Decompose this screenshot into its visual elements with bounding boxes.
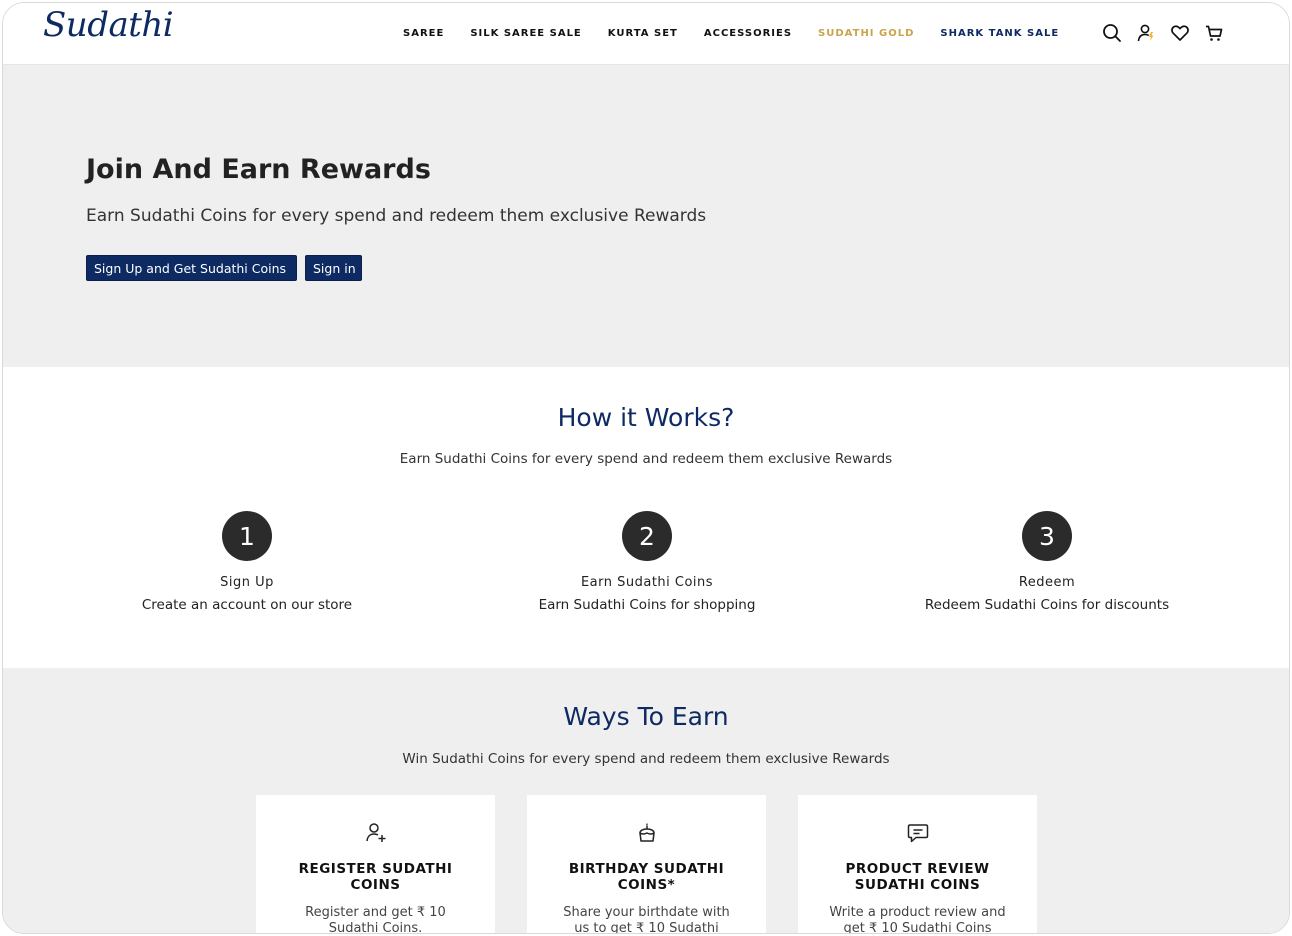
signup-button[interactable]: Sign Up and Get Sudathi Coins bbox=[86, 255, 297, 281]
card-desc: Register and get ₹ 10 Sudathi Coins. bbox=[305, 905, 446, 934]
hero-section: Join And Earn Rewards Earn Sudathi Coins… bbox=[3, 65, 1289, 367]
step-desc: Earn Sudathi Coins for shopping bbox=[538, 597, 756, 613]
hero-subtitle: Earn Sudathi Coins for every spend and r… bbox=[86, 206, 707, 226]
card-title: PRODUCT REVIEW SUDATHI COINS bbox=[845, 861, 990, 893]
cart-icon[interactable] bbox=[1203, 22, 1225, 44]
main-nav: SAREE SILK SAREE SALE KURTA SET ACCESSOR… bbox=[403, 28, 1085, 39]
nav-item-accessories[interactable]: ACCESSORIES bbox=[704, 28, 792, 39]
how-it-works-section: How it Works? Earn Sudathi Coins for eve… bbox=[3, 367, 1289, 668]
step-number: 3 bbox=[1022, 511, 1072, 561]
earn-card-review[interactable]: PRODUCT REVIEW SUDATHI COINS Write a pro… bbox=[798, 795, 1037, 934]
wishlist-icon[interactable] bbox=[1169, 22, 1191, 44]
header-icons bbox=[1101, 22, 1237, 44]
user-plus-icon bbox=[364, 821, 388, 845]
signin-button[interactable]: Sign in bbox=[305, 255, 362, 281]
nav-item-kurta-set[interactable]: KURTA SET bbox=[608, 28, 678, 39]
step-desc: Create an account on our store bbox=[141, 597, 353, 613]
search-icon[interactable] bbox=[1101, 22, 1123, 44]
page-frame: Sudathi SAREE SILK SAREE SALE KURTA SET … bbox=[2, 2, 1290, 934]
card-desc: Share your birthdate with us to get ₹ 10… bbox=[563, 905, 730, 934]
ways-subtitle: Win Sudathi Coins for every spend and re… bbox=[402, 751, 890, 767]
nav-item-saree[interactable]: SAREE bbox=[403, 28, 444, 39]
hero-title: Join And Earn Rewards bbox=[86, 154, 431, 185]
step-number: 2 bbox=[622, 511, 672, 561]
how-subtitle: Earn Sudathi Coins for every spend and r… bbox=[399, 451, 893, 467]
step-title: Sign Up bbox=[220, 575, 274, 590]
chat-icon bbox=[906, 821, 930, 845]
step-title: Earn Sudathi Coins bbox=[580, 575, 714, 590]
step-title: Redeem bbox=[1018, 575, 1076, 590]
earn-card-birthday[interactable]: BIRTHDAY SUDATHI COINS* Share your birth… bbox=[527, 795, 766, 934]
how-title: How it Works? bbox=[557, 403, 735, 432]
step-item: 3 Redeem Redeem Sudathi Coins for discou… bbox=[867, 511, 1227, 613]
step-desc: Redeem Sudathi Coins for discounts bbox=[924, 597, 1170, 613]
ways-to-earn-section: Ways To Earn Win Sudathi Coins for every… bbox=[3, 668, 1289, 934]
cake-icon bbox=[635, 821, 659, 845]
account-icon[interactable] bbox=[1135, 22, 1157, 44]
step-number: 1 bbox=[222, 511, 272, 561]
nav-item-sudathi-gold[interactable]: SUDATHI GOLD bbox=[818, 28, 914, 39]
earn-card-register[interactable]: REGISTER SUDATHI COINS Register and get … bbox=[256, 795, 495, 934]
site-header: Sudathi SAREE SILK SAREE SALE KURTA SET … bbox=[3, 3, 1289, 65]
step-item: 1 Sign Up Create an account on our store bbox=[67, 511, 427, 613]
step-item: 2 Earn Sudathi Coins Earn Sudathi Coins … bbox=[467, 511, 827, 613]
nav-item-silk-saree-sale[interactable]: SILK SAREE SALE bbox=[470, 28, 581, 39]
brand-logo[interactable]: Sudathi bbox=[43, 5, 174, 45]
ways-title: Ways To Earn bbox=[563, 702, 729, 731]
nav-item-shark-tank-sale[interactable]: SHARK TANK SALE bbox=[940, 28, 1059, 39]
card-title: BIRTHDAY SUDATHI COINS* bbox=[568, 861, 725, 893]
card-desc: Write a product review and get ₹ 10 Suda… bbox=[829, 905, 1006, 934]
card-title: REGISTER SUDATHI COINS bbox=[298, 861, 453, 893]
